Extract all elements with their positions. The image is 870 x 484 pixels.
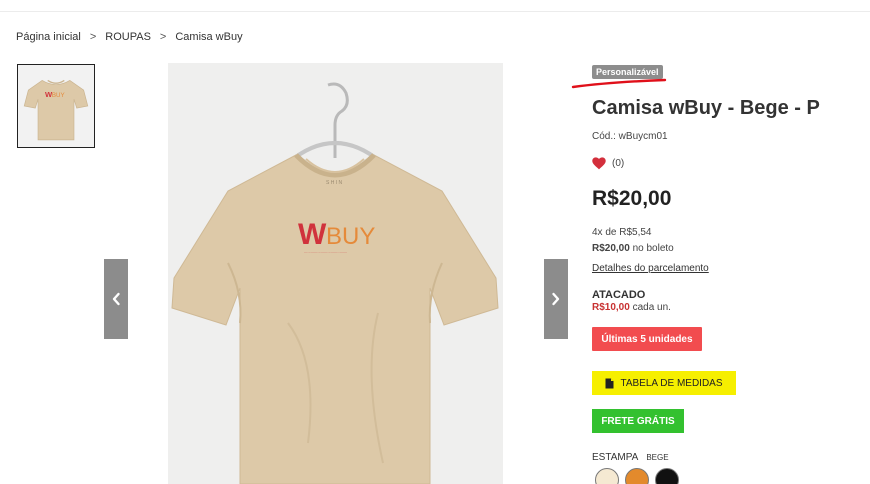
wishlist[interactable]: (0) — [592, 157, 624, 170]
thumbnail-shirt-image: W BUY — [23, 79, 89, 141]
breadcrumb-category[interactable]: ROUPAS — [105, 31, 151, 43]
boleto-price-value: R$20,00 — [592, 243, 630, 254]
print-selector-label: ESTAMPA BEGE — [592, 452, 669, 463]
boleto-label: no boleto — [632, 243, 674, 254]
size-table-button[interactable]: TABELA DE MEDIDAS — [592, 371, 736, 395]
free-shipping-button[interactable]: FRETE GRÁTIS — [592, 409, 684, 433]
gallery-next-button[interactable] — [544, 259, 568, 339]
stock-badge-button[interactable]: Últimas 5 unidades — [592, 327, 702, 351]
size-table-label: TABELA DE MEDIDAS — [620, 377, 723, 389]
product-title: Camisa wBuy - Bege - P — [592, 97, 820, 119]
breadcrumb-home[interactable]: Página inicial — [16, 31, 81, 43]
heart-icon[interactable] — [592, 157, 606, 170]
gallery-prev-button[interactable] — [104, 259, 128, 339]
print-label: ESTAMPA — [592, 452, 639, 463]
chevron-right-icon — [552, 292, 560, 306]
wholesale-unit: cada un. — [632, 302, 671, 313]
installments: 4x de R$5,54 — [592, 227, 652, 238]
installment-details-link[interactable]: Detalhes do parcelamento — [592, 263, 709, 274]
header-divider — [0, 11, 870, 12]
swatch-beige[interactable] — [595, 468, 619, 484]
product-sku: Cód.: wBuycm01 — [592, 131, 668, 142]
print-value: BEGE — [646, 453, 669, 462]
product-price: R$20,00 — [592, 187, 672, 210]
swatch-orange[interactable] — [625, 468, 649, 484]
wholesale-heading: ATACADO — [592, 289, 646, 301]
svg-text:BUY: BUY — [52, 92, 65, 99]
print-swatches — [595, 468, 679, 484]
wishlist-count: (0) — [612, 158, 625, 169]
document-icon — [605, 378, 614, 388]
wholesale-price-value: R$10,00 — [592, 302, 630, 313]
swatch-black[interactable] — [655, 468, 679, 484]
breadcrumb-separator: > — [159, 31, 167, 43]
product-thumbnail[interactable]: W BUY — [17, 64, 95, 148]
breadcrumb-current: Camisa wBuy — [175, 31, 243, 43]
highlight-underline — [571, 78, 667, 89]
svg-text:S H I N: S H I N — [326, 180, 343, 186]
boleto-price: R$20,00 no boleto — [592, 243, 674, 254]
svg-text:BUY: BUY — [326, 223, 375, 250]
shirt-image: S H I N W BUY ..........................… — [168, 63, 503, 484]
product-main-image: S H I N W BUY ..........................… — [168, 63, 503, 484]
breadcrumb-separator: > — [89, 31, 97, 43]
customizable-badge: Personalizável — [592, 65, 663, 79]
breadcrumb: Página inicial > ROUPAS > Camisa wBuy — [16, 31, 243, 43]
chevron-left-icon — [112, 292, 120, 306]
wholesale-price: R$10,00 cada un. — [592, 302, 671, 313]
svg-text:..............................: ....................................... — [304, 249, 347, 254]
svg-text:W: W — [298, 218, 327, 251]
